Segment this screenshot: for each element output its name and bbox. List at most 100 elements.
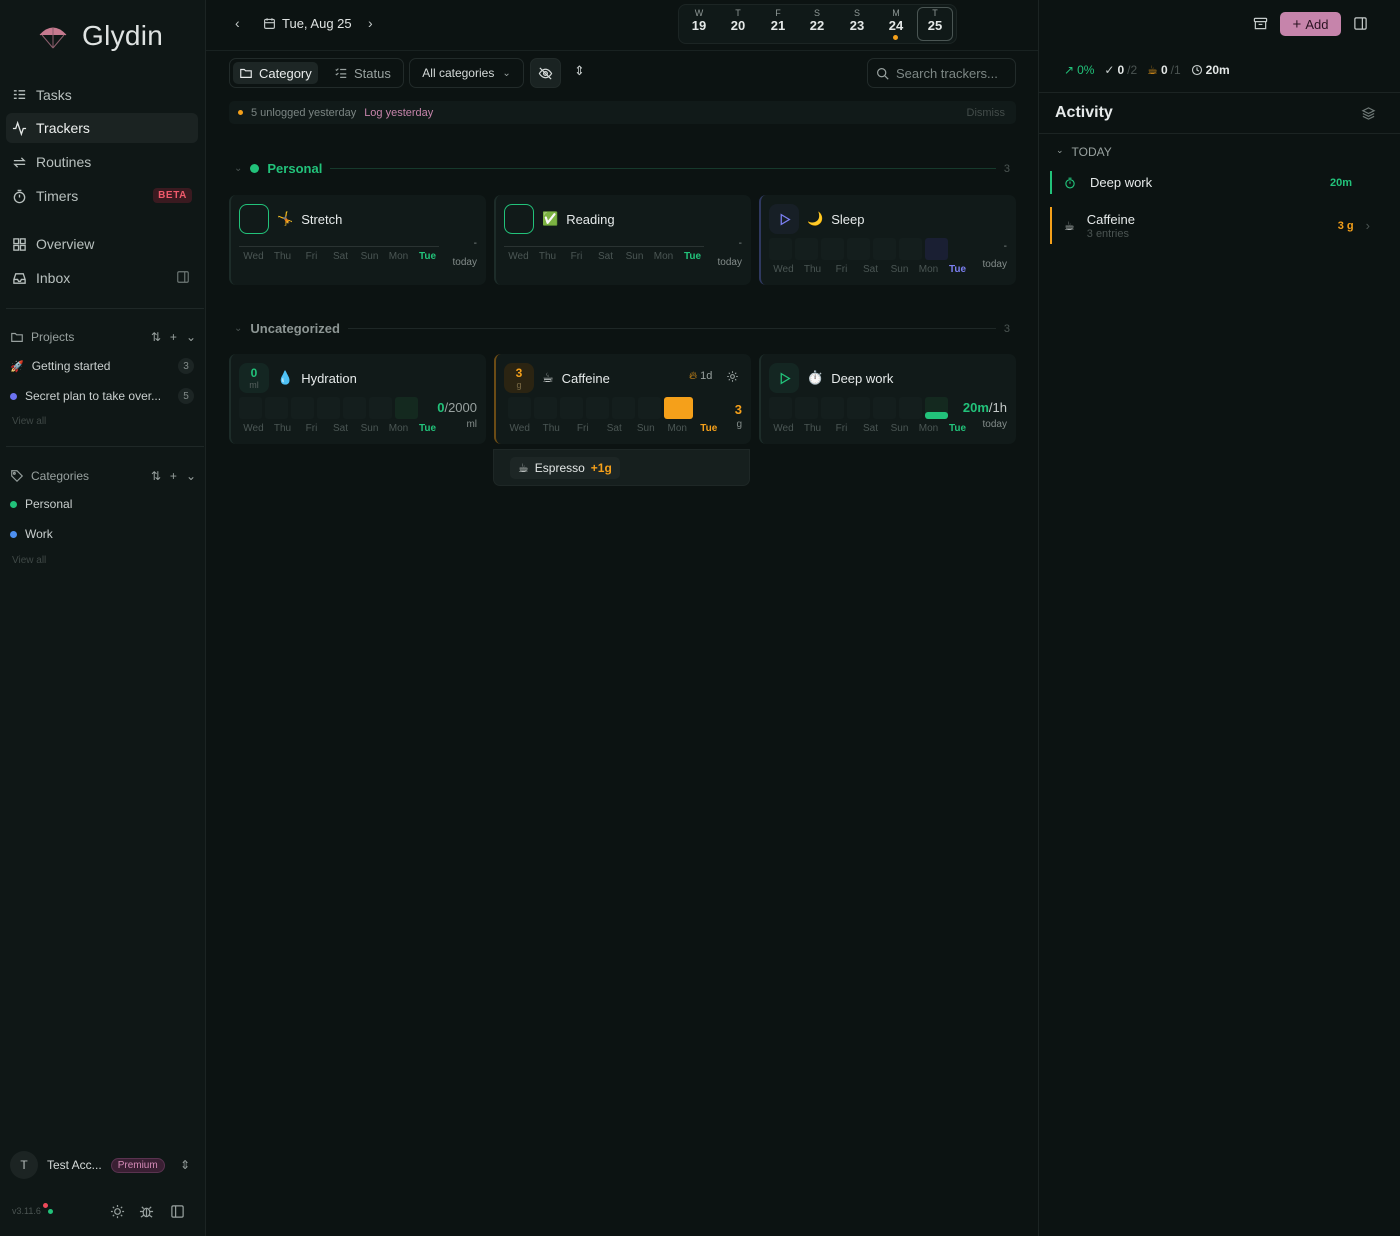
- history-cell[interactable]: [821, 238, 844, 260]
- category-work[interactable]: Work: [10, 527, 194, 541]
- clock-icon: [1191, 64, 1202, 76]
- app-logo[interactable]: Glydin: [38, 20, 163, 52]
- history-cell-today[interactable]: [925, 238, 948, 260]
- category-filter-select[interactable]: All categories ⌄: [409, 58, 524, 88]
- history-cell[interactable]: [239, 397, 262, 419]
- tracker-card-sleep[interactable]: 🌙 Sleep Wed Thu Fri Sat Sun Mon Tue - today: [759, 195, 1016, 285]
- week-day[interactable]: M 24: [878, 8, 914, 40]
- start-timer-button[interactable]: [769, 204, 799, 234]
- gear-icon[interactable]: [726, 370, 739, 383]
- tracker-card-caffeine[interactable]: 3 g ☕ Caffeine 🔥︎ 1d Wed Thu Fri Sat Sun Mon T…: [494, 354, 751, 444]
- panel-toggle-icon[interactable]: [176, 270, 190, 284]
- check-icon: ✓: [1104, 63, 1115, 77]
- history-cell[interactable]: [847, 397, 870, 419]
- history-cell[interactable]: [769, 238, 792, 260]
- nav-tasks[interactable]: Tasks: [6, 80, 198, 110]
- sort-icon[interactable]: ⇅: [151, 330, 161, 344]
- history-cell-today[interactable]: [925, 397, 948, 419]
- nav-overview[interactable]: Overview: [6, 229, 198, 259]
- group-uncategorized-header[interactable]: ⌄ Uncategorized 3: [234, 321, 1010, 336]
- nav-trackers[interactable]: Trackers: [6, 113, 198, 143]
- tracker-card-deep-work[interactable]: ⏱️ Deep work Wed Thu Fri Sat Sun Mon Tue 20m/1…: [759, 354, 1016, 444]
- nav-routines[interactable]: Routines: [6, 147, 198, 177]
- history-cell[interactable]: [899, 238, 922, 260]
- group-by-status[interactable]: Status: [328, 62, 397, 84]
- history-cell[interactable]: [873, 397, 896, 419]
- history-cell[interactable]: [265, 397, 288, 419]
- nav-inbox[interactable]: Inbox: [6, 263, 198, 293]
- history-cell[interactable]: [795, 397, 818, 419]
- history-cell-today[interactable]: [664, 397, 693, 419]
- plus-icon[interactable]: +: [170, 330, 177, 344]
- history-cell[interactable]: [873, 238, 896, 260]
- category-personal[interactable]: Personal: [10, 497, 194, 511]
- history-cell[interactable]: [534, 397, 557, 419]
- week-day[interactable]: F 21: [760, 8, 796, 33]
- layers-icon[interactable]: [1361, 106, 1376, 121]
- sidebar-toggle-icon[interactable]: [170, 1204, 185, 1219]
- tracker-card-reading[interactable]: ✅ Reading Wed Thu Fri Sat Sun Mon Tue - today: [494, 195, 751, 285]
- next-day-icon[interactable]: ›: [368, 15, 373, 31]
- history-cell[interactable]: [343, 397, 366, 419]
- search-trackers[interactable]: Search trackers...: [867, 58, 1016, 88]
- sort-icon[interactable]: ⇅: [151, 469, 161, 483]
- nav-label: Tasks: [36, 87, 72, 103]
- preset-espresso[interactable]: ☕ Espresso +1g: [510, 456, 620, 479]
- group-by-category[interactable]: Category: [233, 62, 318, 84]
- quick-log-button[interactable]: 3 g: [504, 363, 534, 393]
- history-cell[interactable]: [638, 397, 661, 419]
- account-switcher[interactable]: T Test Acc... Premium ⇕: [10, 1150, 196, 1180]
- project-secret-plan[interactable]: Secret plan to take over... 5: [10, 388, 194, 404]
- plus-icon[interactable]: +: [170, 469, 177, 483]
- dismiss-button[interactable]: Dismiss: [967, 107, 1006, 119]
- chevron-down-icon[interactable]: ⌄: [186, 330, 196, 344]
- start-timer-button[interactable]: [769, 363, 799, 393]
- group-personal-header[interactable]: ⌄ Personal 3: [234, 161, 1010, 176]
- history-cell[interactable]: [769, 397, 792, 419]
- sun-icon[interactable]: [110, 1204, 125, 1219]
- activity-item-deep-work[interactable]: Deep work 20m: [1050, 171, 1376, 194]
- history-cell-today[interactable]: [395, 397, 418, 419]
- tracker-emoji: ☕: [542, 370, 554, 385]
- section-today[interactable]: ⌄ TODAY: [1056, 145, 1112, 159]
- project-getting-started[interactable]: 🚀 Getting started 3: [10, 358, 194, 374]
- date-picker-button[interactable]: Tue, Aug 25: [263, 16, 352, 31]
- week-day-selected[interactable]: T 25: [917, 7, 953, 41]
- group-status-label: Status: [354, 65, 391, 81]
- history-cell[interactable]: [899, 397, 922, 419]
- nav-timers[interactable]: Timers BETA: [6, 181, 198, 211]
- week-day[interactable]: S 22: [799, 8, 835, 33]
- history-cell[interactable]: [821, 397, 844, 419]
- history-cell[interactable]: [586, 397, 609, 419]
- tracker-card-hydration[interactable]: 0 ml 💧 Hydration Wed Thu Fri Sat Sun Mon Tue 0…: [229, 354, 486, 444]
- history-cell[interactable]: [317, 397, 340, 419]
- expand-collapse-icon[interactable]: ⇕: [574, 63, 585, 79]
- tracker-card-stretch[interactable]: 🤸 Stretch Wed Thu Fri Sat Sun Mon Tue - today: [229, 195, 486, 285]
- activity-item-caffeine[interactable]: ☕ Caffeine 3 entries 3 g ›: [1050, 207, 1376, 244]
- tracker-sub: today: [452, 257, 477, 268]
- nav-label: Inbox: [36, 270, 71, 286]
- history-cell[interactable]: [291, 397, 314, 419]
- history-cell[interactable]: [508, 397, 531, 419]
- eye-off-icon: [538, 66, 553, 80]
- week-day[interactable]: T 20: [720, 8, 756, 33]
- history-cell[interactable]: [847, 238, 870, 260]
- chevron-down-icon[interactable]: ⌄: [186, 469, 196, 483]
- check-toggle[interactable]: [239, 204, 269, 234]
- history-cell[interactable]: [612, 397, 635, 419]
- prev-day-icon[interactable]: ‹: [235, 15, 240, 31]
- log-yesterday-link[interactable]: Log yesterday: [364, 107, 433, 119]
- check-toggle[interactable]: [504, 204, 534, 234]
- bug-icon[interactable]: [139, 1204, 154, 1219]
- history-cell[interactable]: [795, 238, 818, 260]
- projects-view-all[interactable]: View all: [12, 416, 46, 427]
- activity-icon: [12, 120, 27, 136]
- history-cell[interactable]: [560, 397, 583, 419]
- search-input[interactable]: Search trackers...: [896, 66, 998, 81]
- week-day[interactable]: W 19: [681, 8, 717, 33]
- categories-view-all[interactable]: View all: [12, 555, 46, 566]
- quick-log-button[interactable]: 0 ml: [239, 363, 269, 393]
- history-cell[interactable]: [369, 397, 392, 419]
- week-day[interactable]: S 23: [839, 8, 875, 33]
- hide-completed-toggle[interactable]: [530, 58, 561, 88]
